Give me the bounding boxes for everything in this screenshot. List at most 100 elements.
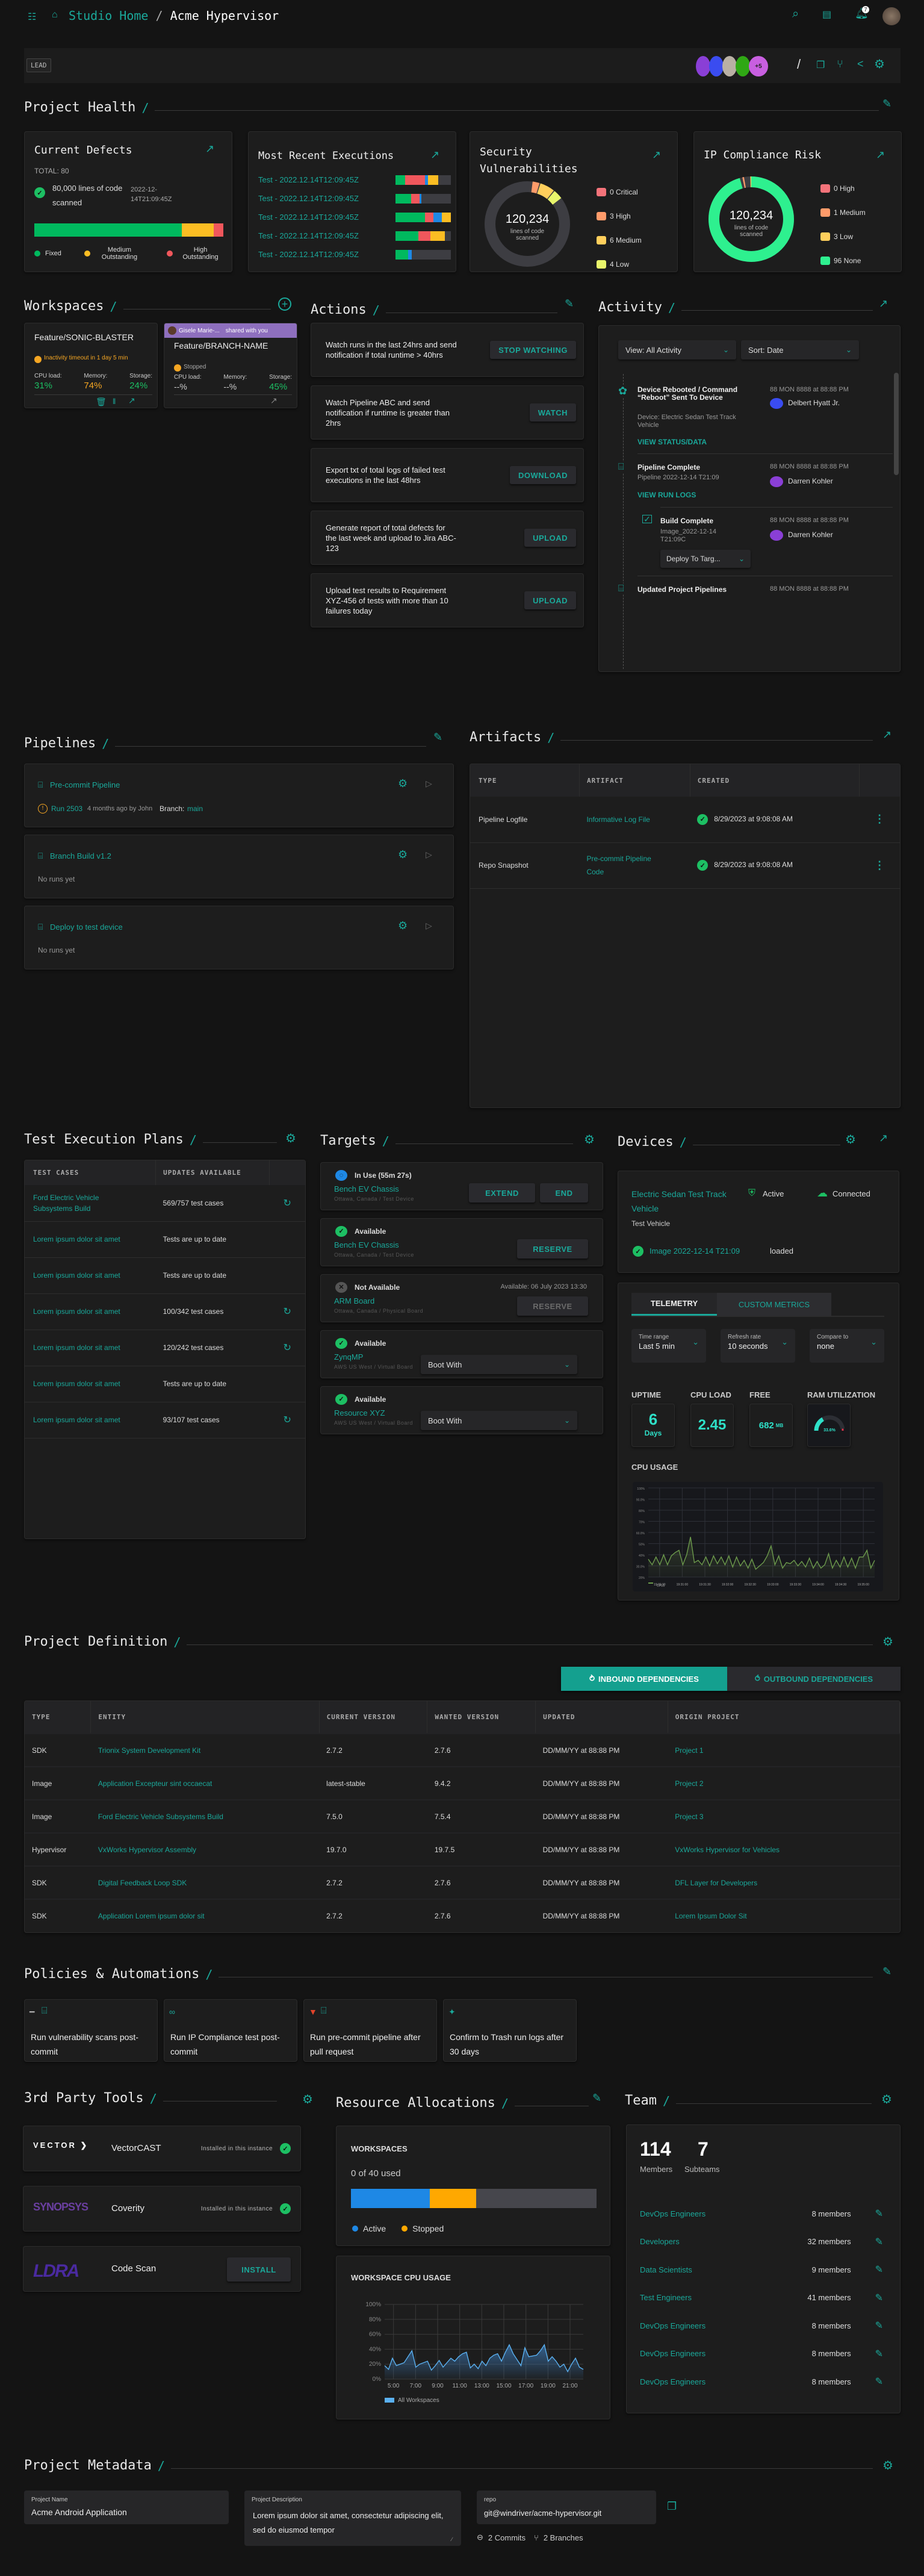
policy-card[interactable]: ━ ⌸ Run vulnerability scans post-commit bbox=[24, 1999, 158, 2062]
telemetry-filter-select[interactable]: Time range Last 5 min ⌄ bbox=[631, 1329, 706, 1363]
origin-link[interactable]: Project 3 bbox=[675, 1812, 703, 1821]
edit-icon[interactable]: ✎ bbox=[875, 2236, 883, 2248]
execution-link[interactable]: Test - 2022.12.14T12:09:45Z bbox=[258, 194, 359, 203]
pipeline-card[interactable]: ⌸ Deploy to test device ⚙ ▷ No runs yet bbox=[24, 906, 454, 969]
edit-icon[interactable]: ✎ bbox=[882, 1965, 891, 1978]
device-name-link[interactable]: Electric Sedan Test Track Vehicle bbox=[631, 1187, 740, 1216]
settings-icon[interactable]: ⚙ bbox=[398, 848, 408, 861]
subteam-link[interactable]: Data Scientists bbox=[640, 2265, 779, 2274]
settings-icon[interactable]: ⚙ bbox=[845, 1132, 856, 1147]
external-link-icon[interactable]: ↗ bbox=[876, 149, 885, 161]
action-button[interactable]: UPLOAD bbox=[524, 591, 576, 609]
action-button[interactable]: WATCH bbox=[529, 403, 576, 422]
avatar[interactable] bbox=[722, 56, 737, 76]
execution-link[interactable]: Test - 2022.12.14T12:09:45Z bbox=[258, 175, 359, 184]
entity-link[interactable]: Application Lorem ipsum dolor sit bbox=[98, 1912, 205, 1920]
edit-icon[interactable]: ✎ bbox=[882, 98, 891, 110]
action-button[interactable]: DOWNLOAD bbox=[510, 466, 576, 484]
execution-link[interactable]: Test - 2022.12.14T12:09:45Z bbox=[258, 231, 359, 240]
branch-icon[interactable]: ⑂ bbox=[837, 58, 843, 70]
tab-inbound-dependencies[interactable]: ⥁ INBOUND DEPENDENCIES bbox=[561, 1667, 727, 1691]
artifact-link[interactable]: Informative Log File bbox=[586, 813, 659, 826]
entity-link[interactable]: Trionix System Development Kit bbox=[98, 1746, 200, 1755]
run-link[interactable]: Run 2503 bbox=[51, 804, 82, 813]
origin-link[interactable]: DFL Layer for Developers bbox=[675, 1879, 757, 1887]
end-button[interactable]: END bbox=[540, 1183, 588, 1202]
reserve-button[interactable]: RESERVE bbox=[517, 1296, 588, 1316]
target-name-link[interactable]: ZynqMP bbox=[334, 1352, 363, 1361]
branches-count[interactable]: 2 Branches bbox=[544, 2533, 583, 2542]
edit-icon[interactable]: ✎ bbox=[875, 2319, 883, 2332]
external-link-icon[interactable]: ↗ bbox=[430, 149, 439, 161]
settings-icon[interactable]: ⚙ bbox=[874, 57, 885, 72]
settings-icon[interactable]: ⚙ bbox=[398, 777, 408, 790]
reserve-button[interactable]: RESERVE bbox=[517, 1239, 588, 1258]
settings-icon[interactable]: ⚙ bbox=[285, 1131, 296, 1146]
breadcrumb-home[interactable]: Studio Home bbox=[69, 8, 148, 23]
external-link-icon[interactable]: ↗ bbox=[128, 396, 135, 406]
target-name-link[interactable]: Bench EV Chassis bbox=[334, 1184, 399, 1193]
play-icon[interactable]: ▷ bbox=[426, 850, 432, 860]
settings-icon[interactable]: ⚙ bbox=[881, 2092, 892, 2107]
edit-icon[interactable]: ✎ bbox=[875, 2348, 883, 2360]
pause-icon[interactable]: ‖ bbox=[113, 397, 116, 406]
test-plan-link[interactable]: Lorem ipsum dolor sit amet bbox=[33, 1234, 135, 1245]
avatar[interactable] bbox=[696, 56, 710, 76]
pipeline-card[interactable]: ⌸ Branch Build v1.2 ⚙ ▷ No runs yet bbox=[24, 835, 454, 898]
policy-card[interactable]: ∞ Run IP Compliance test post-commit bbox=[164, 1999, 297, 2062]
subteam-link[interactable]: Developers bbox=[640, 2237, 779, 2246]
view-filter-select[interactable]: View: All Activity ⌄ bbox=[618, 340, 736, 359]
entity-link[interactable]: Ford Electric Vehicle Subsystems Build bbox=[98, 1812, 223, 1821]
workspace-name[interactable]: Feature/BRANCH-NAME bbox=[174, 340, 276, 351]
deploy-to-target-select[interactable]: Deploy To Targ... ⌄ bbox=[660, 550, 751, 568]
repo-field[interactable]: repo git@windriver/acme-hypervisor.git bbox=[477, 2490, 656, 2524]
target-name-link[interactable]: Bench EV Chassis bbox=[334, 1240, 399, 1249]
branch-link[interactable]: main bbox=[187, 804, 203, 813]
scrollbar[interactable] bbox=[894, 373, 899, 475]
view-status-link[interactable]: VIEW STATUS/DATA bbox=[637, 438, 707, 446]
avatar[interactable] bbox=[736, 56, 750, 76]
external-link-icon[interactable]: ↗ bbox=[879, 1132, 888, 1145]
edit-icon[interactable]: ✎ bbox=[592, 2092, 601, 2105]
execution-link[interactable]: Test - 2022.12.14T12:09:45Z bbox=[258, 250, 359, 259]
image-link[interactable]: Image 2022-12-14 T21:09 bbox=[650, 1246, 740, 1255]
artifact-link[interactable]: Pre-commit Pipeline Code bbox=[586, 852, 659, 879]
telemetry-filter-select[interactable]: Compare to none ⌄ bbox=[810, 1329, 884, 1363]
action-button[interactable]: STOP WATCHING bbox=[490, 341, 576, 359]
origin-link[interactable]: Project 1 bbox=[675, 1746, 703, 1755]
view-run-logs-link[interactable]: VIEW RUN LOGS bbox=[637, 491, 696, 499]
telemetry-filter-select[interactable]: Refresh rate 10 seconds ⌄ bbox=[721, 1329, 795, 1363]
settings-icon[interactable]: ⚙ bbox=[882, 2458, 893, 2473]
tab-telemetry[interactable]: TELEMETRY bbox=[631, 1293, 717, 1316]
origin-link[interactable]: VxWorks Hypervisor for Vehicles bbox=[675, 1846, 780, 1854]
target-name-link[interactable]: ARM Board bbox=[334, 1296, 374, 1305]
more-menu-icon[interactable]: ⋮ bbox=[859, 797, 900, 842]
edit-icon[interactable]: ✎ bbox=[875, 2263, 883, 2276]
boot-with-select[interactable]: Boot With ⌄ bbox=[421, 1355, 577, 1374]
external-link-icon[interactable]: ↗ bbox=[882, 729, 891, 741]
sync-icon[interactable]: ↻ bbox=[269, 1185, 305, 1221]
test-plan-link[interactable]: Lorem ipsum dolor sit amet bbox=[33, 1306, 135, 1317]
copy-icon[interactable]: ❐ bbox=[667, 2500, 677, 2513]
copy-icon[interactable]: ❐ bbox=[816, 59, 825, 71]
avatar[interactable] bbox=[709, 56, 724, 76]
collaborator-avatars[interactable]: +5 bbox=[696, 56, 768, 76]
test-plan-link[interactable]: Lorem ipsum dolor sit amet bbox=[33, 1270, 135, 1281]
play-icon[interactable]: ▷ bbox=[426, 779, 432, 789]
edit-icon[interactable]: ✎ bbox=[875, 2375, 883, 2388]
install-button[interactable]: INSTALL bbox=[227, 2257, 291, 2282]
tab-custom-metrics[interactable]: CUSTOM METRICS bbox=[717, 1293, 831, 1316]
subteam-link[interactable]: Test Engineers bbox=[640, 2293, 779, 2302]
workspace-card[interactable]: Gisele Marie-... shared with you Feature… bbox=[164, 323, 297, 408]
policy-card[interactable]: ✦ Confirm to Trash run logs after 30 days bbox=[443, 1999, 577, 2062]
apps-grid-icon[interactable]: ☷ bbox=[28, 11, 36, 23]
entity-link[interactable]: VxWorks Hypervisor Assembly bbox=[98, 1846, 196, 1854]
action-button[interactable]: UPLOAD bbox=[524, 529, 576, 547]
subteam-link[interactable]: DevOps Engineers bbox=[640, 2377, 779, 2386]
add-workspace-icon[interactable]: + bbox=[278, 297, 291, 311]
external-link-icon[interactable]: ↗ bbox=[652, 149, 661, 161]
search-icon[interactable]: ⌕ bbox=[792, 7, 799, 21]
settings-icon[interactable]: ⚙ bbox=[584, 1132, 595, 1147]
external-link-icon[interactable]: ↗ bbox=[879, 297, 888, 310]
project-description-field[interactable]: Project Description Lorem ipsum dolor si… bbox=[244, 2490, 461, 2546]
